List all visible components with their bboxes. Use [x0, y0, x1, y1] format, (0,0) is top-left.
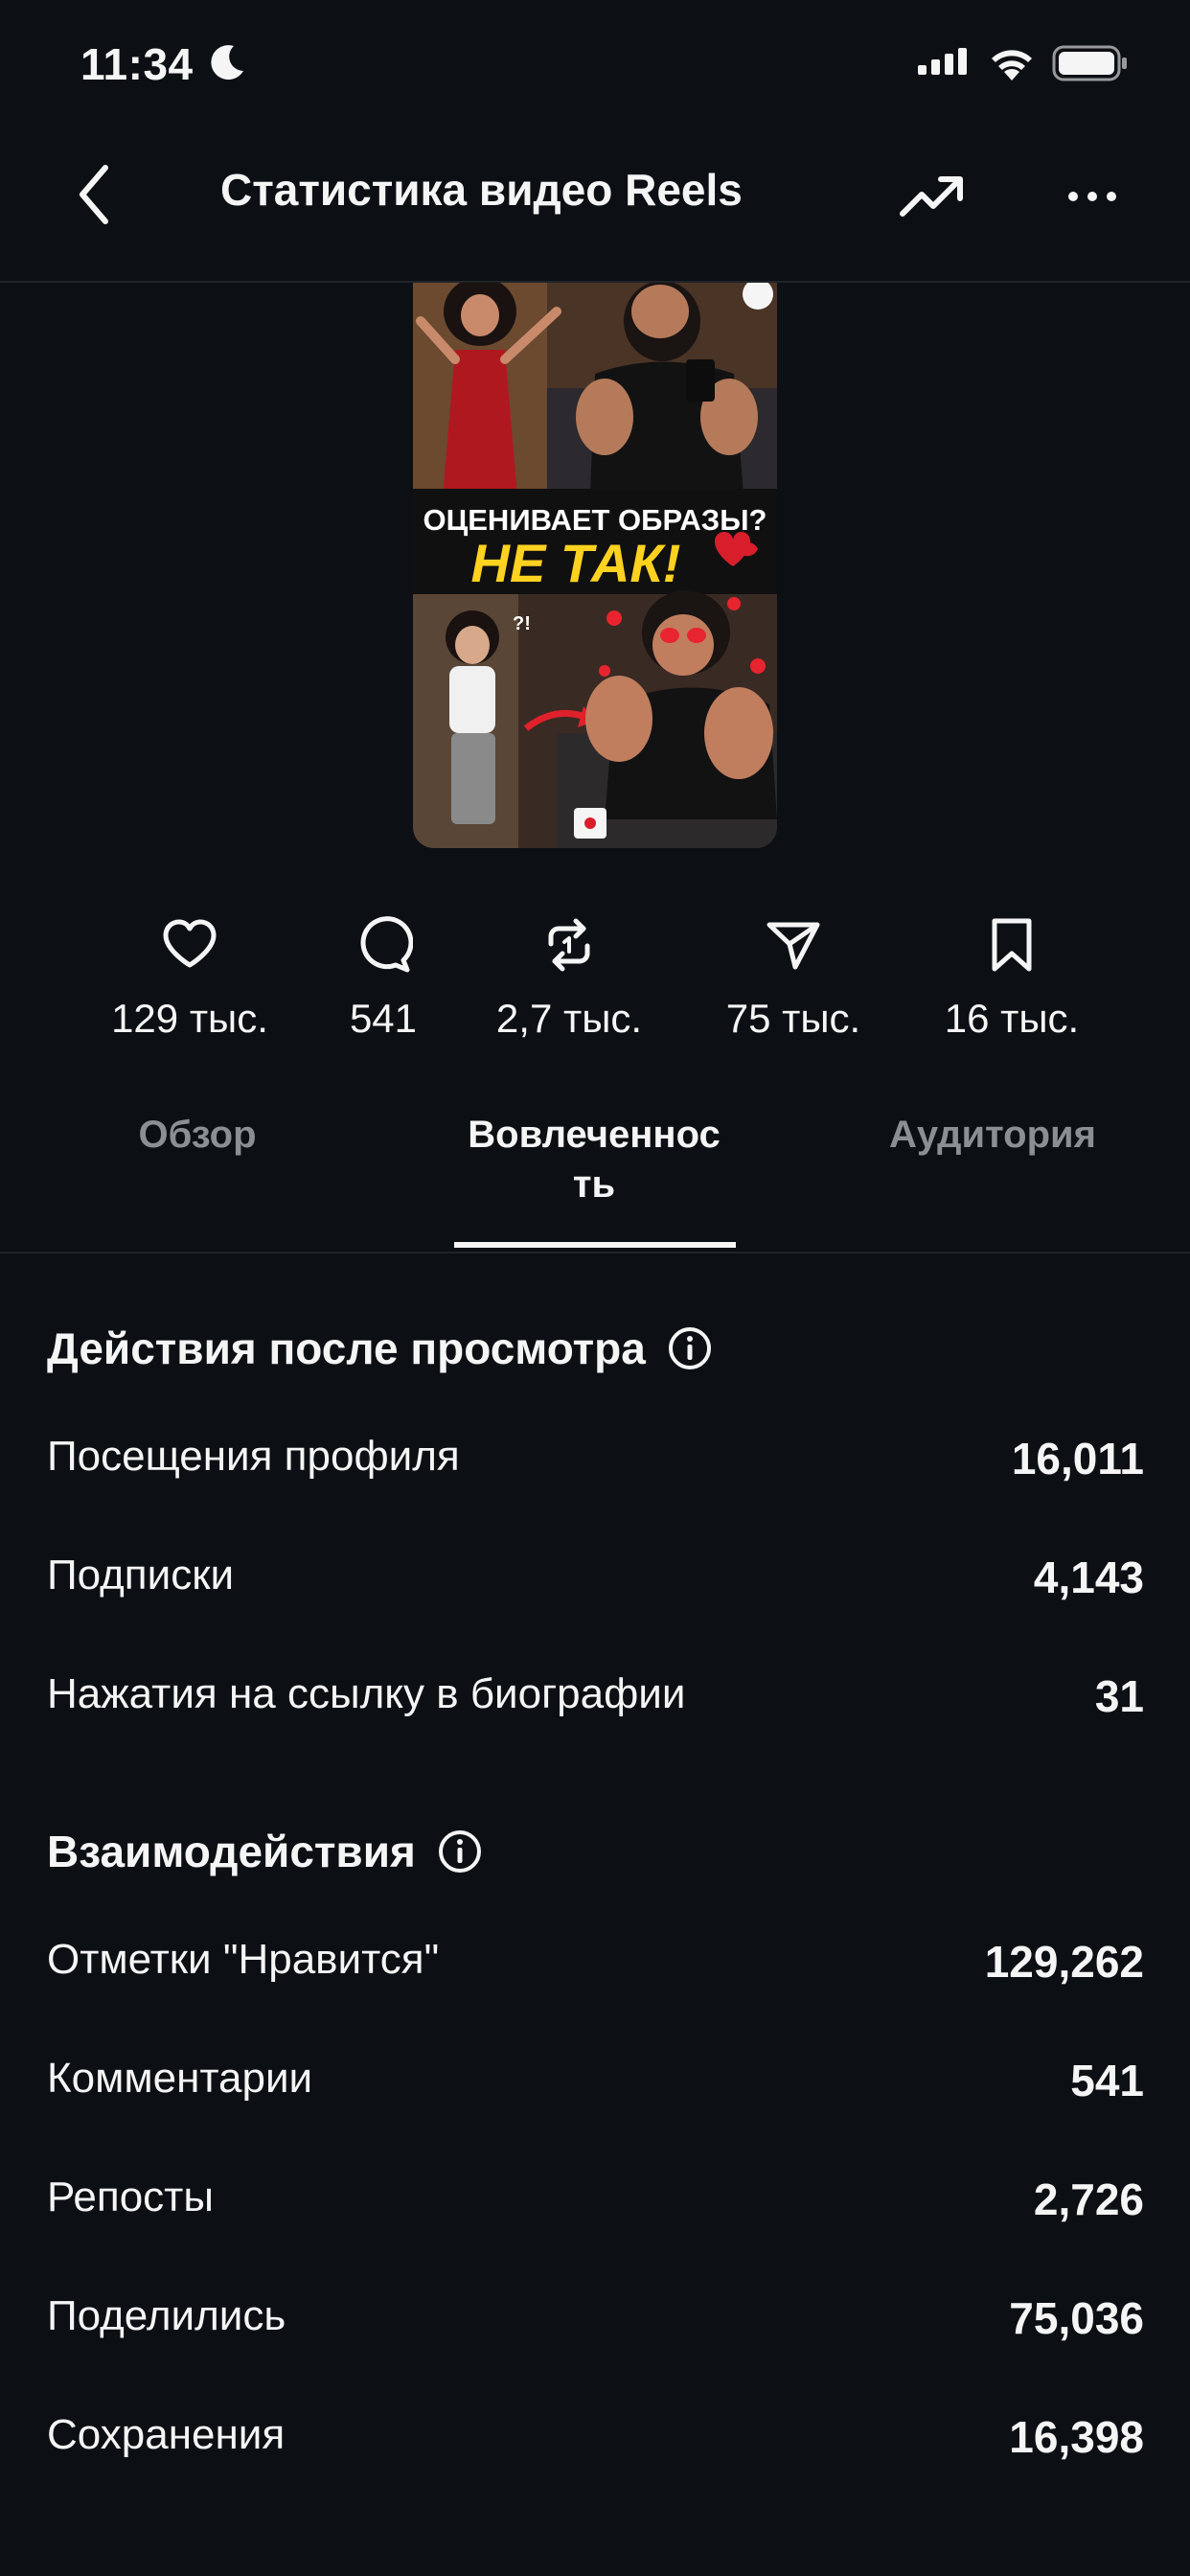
shares-count: 75 тыс.	[725, 996, 861, 1041]
likes-counter: 129 тыс.	[94, 915, 286, 1042]
saves-counter: 16 тыс.	[916, 915, 1108, 1042]
stat-value: 541	[1070, 2056, 1144, 2105]
actions-section-title-text: Действия после просмотра	[47, 1323, 646, 1373]
cellular-signal-icon	[918, 48, 967, 75]
thumbnail-caption-line1: ОЦЕНИВАЕТ ОБРАЗЫ?	[423, 503, 767, 537]
wifi-icon	[992, 50, 1032, 80]
stat-value: 2,726	[1033, 2174, 1144, 2224]
stat-label: Посещения профиля	[47, 1433, 460, 1480]
stat-value: 4,143	[1033, 1552, 1144, 1602]
likes-count: 129 тыс.	[111, 996, 268, 1041]
stat-value: 16,398	[1009, 2412, 1144, 2462]
saves-count: 16 тыс.	[944, 996, 1080, 1041]
stat-label: Репосты	[47, 2174, 214, 2220]
stat-row-shares: Поделились 75,036	[47, 2292, 1144, 2350]
stat-label: Отметки "Нравится"	[47, 1936, 440, 1983]
shares-counter: 75 тыс.	[698, 915, 889, 1042]
comment-icon	[360, 916, 413, 973]
comments-count: 541	[349, 996, 418, 1041]
page-title: Статистика видео Reels	[220, 165, 743, 215]
reposts-count: 2,7 тыс.	[495, 996, 643, 1041]
bookmark-icon	[992, 918, 1032, 972]
reposts-counter: 2,7 тыс.	[473, 915, 665, 1042]
tab-engagement-line1: Вовлеченнос	[468, 1114, 721, 1156]
stat-value: 129,262	[984, 1937, 1144, 1987]
repost-icon	[548, 918, 590, 972]
nav-bar: Статистика видео Reels	[0, 129, 1190, 283]
stat-value: 31	[1094, 1671, 1144, 1721]
stat-row-follows: Подписки 4,143	[47, 1552, 1144, 1609]
tab-overview[interactable]: Обзор	[54, 1110, 341, 1160]
battery-icon	[1052, 45, 1127, 81]
stat-row-profile-visits: Посещения профиля 16,011	[47, 1433, 1144, 1490]
stat-row-bio-link-taps: Нажатия на ссылку в биографии 31	[47, 1670, 1144, 1728]
back-button[interactable]	[69, 158, 123, 231]
engagement-counters: 129 тыс. 541 2,7 тыс. 75 тыс. 16 тыс.	[0, 915, 1190, 1059]
active-tab-indicator	[454, 1242, 736, 1248]
stat-label: Сохранения	[47, 2411, 286, 2458]
info-icon[interactable]	[437, 1828, 483, 1874]
stat-row-reposts: Репосты 2,726	[47, 2174, 1144, 2231]
stat-row-likes: Отметки "Нравится" 129,262	[47, 1936, 1144, 1993]
trending-icon[interactable]	[897, 168, 966, 225]
thumbnail-caption-line2: НЕ ТАК!	[471, 533, 681, 593]
stat-label: Поделились	[47, 2292, 286, 2339]
moon-icon	[211, 45, 243, 80]
insights-tabs: Обзор Вовлеченнос ть Аудитория	[0, 1102, 1190, 1254]
tab-engagement-line2: ть	[572, 1163, 616, 1206]
tab-audience[interactable]: Аудитория	[849, 1110, 1136, 1160]
tab-engagement[interactable]: Вовлеченнос ть	[450, 1110, 738, 1209]
actions-section-title: Действия после просмотра	[47, 1322, 713, 1374]
interactions-section-title-text: Взаимодействия	[47, 1827, 416, 1876]
stat-label: Комментарии	[47, 2055, 313, 2102]
status-time: 11:34	[80, 39, 194, 89]
stat-row-comments: Комментарии 541	[47, 2055, 1144, 2112]
thumbnail-badge: ?!	[513, 613, 531, 634]
reel-thumbnail[interactable]: ОЦЕНИВАЕТ ОБРАЗЫ? НЕ ТАК! ?!	[413, 283, 777, 848]
share-icon	[767, 922, 820, 970]
stat-value: 75,036	[1009, 2293, 1144, 2343]
interactions-section-title: Взаимодействия	[47, 1826, 483, 1877]
stat-value: 16,011	[1011, 1434, 1144, 1484]
info-icon[interactable]	[667, 1325, 713, 1371]
status-bar: 11:34	[0, 0, 1190, 129]
stat-label: Нажатия на ссылку в биографии	[47, 1670, 686, 1717]
comments-counter: 541	[287, 915, 479, 1042]
heart-icon	[163, 919, 217, 968]
stat-label: Подписки	[47, 1552, 235, 1598]
stat-row-saves: Сохранения 16,398	[47, 2411, 1144, 2469]
reel-thumbnail-image: ОЦЕНИВАЕТ ОБРАЗЫ? НЕ ТАК! ?!	[413, 283, 777, 848]
more-options-icon[interactable]	[1065, 179, 1119, 214]
